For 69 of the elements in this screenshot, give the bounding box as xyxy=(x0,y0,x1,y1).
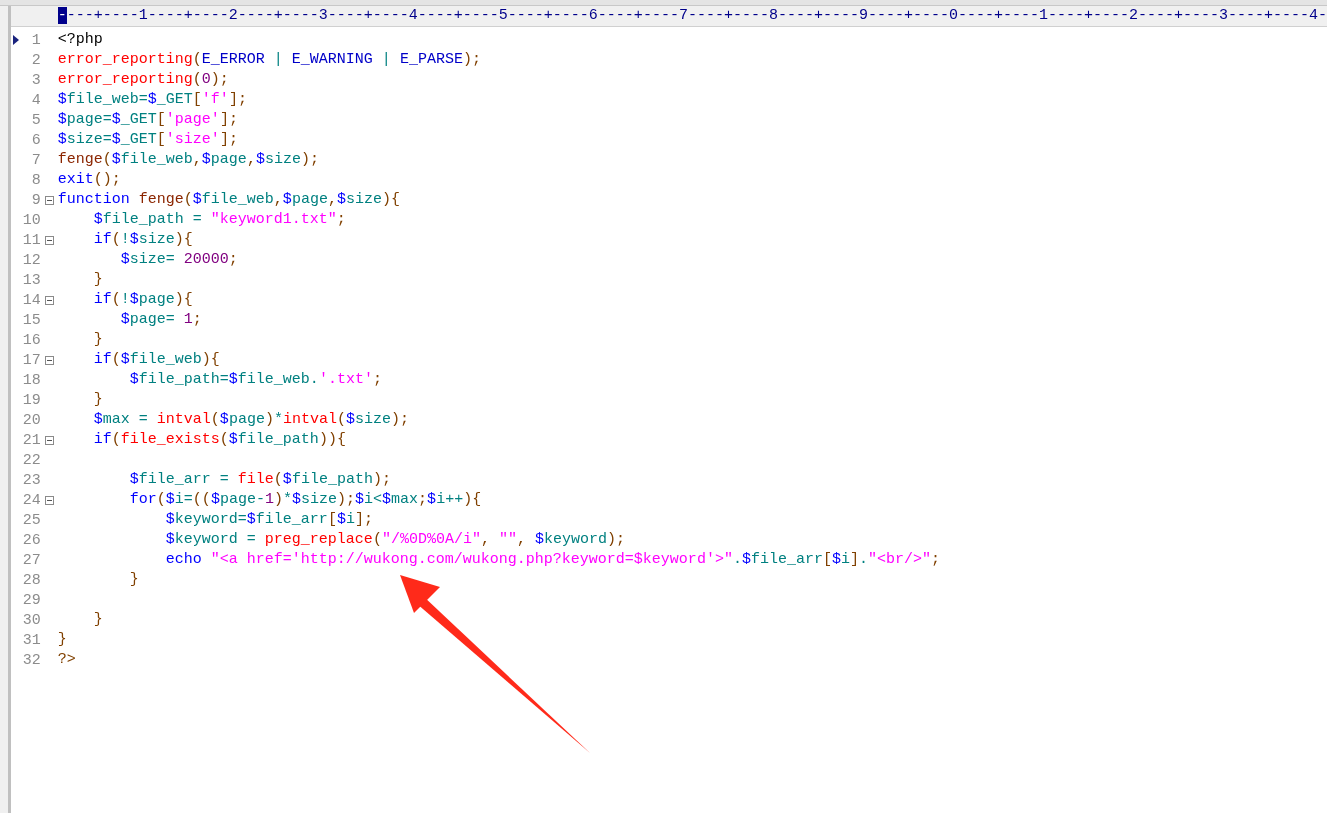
line-number: 6 xyxy=(30,131,41,149)
line-number: 19 xyxy=(21,391,41,409)
code-line: fenge($file_web,$page,$size); xyxy=(57,150,319,170)
line-number: 9 xyxy=(30,191,41,209)
line-number: 30 xyxy=(21,611,41,629)
line-number: 1 xyxy=(30,31,41,49)
line-number: 7 xyxy=(30,151,41,169)
fold-toggle-icon[interactable] xyxy=(44,195,54,205)
code-line: } xyxy=(92,270,103,290)
code-line: $size= 20000; xyxy=(119,250,238,270)
code-line: function fenge($file_web,$page,$size){ xyxy=(57,190,400,210)
code-line: if($file_web){ xyxy=(92,350,220,370)
line-number: 27 xyxy=(21,551,41,569)
code-line: $keyword = preg_replace("/%0D%0A/i", "", $keyword); xyxy=(164,530,625,550)
code-line: $file_arr = file($file_path); xyxy=(128,470,391,490)
code-line: ?> xyxy=(57,650,76,670)
code-line: $page=$_GET['page']; xyxy=(57,110,238,130)
code-line: error_reporting(E_ERROR | E_WARNING | E_PARSE); xyxy=(57,50,481,70)
fold-toggle-icon[interactable] xyxy=(44,435,54,445)
column-ruler: ----+----1----+----2----+----3----+----4----+----5----+----6----+----7----+----8----+----9----+----0----+----1----+----2----+----3----+----4- xyxy=(10,6,1327,27)
fold-toggle-icon[interactable] xyxy=(44,295,54,305)
line-number: 5 xyxy=(30,111,41,129)
line-number: 28 xyxy=(21,571,41,589)
code-line: if(file_exists($file_path)){ xyxy=(92,430,346,450)
code-line: $file_web=$_GET['f']; xyxy=(57,90,247,110)
line-number: 29 xyxy=(21,591,41,609)
code-line: $max = intval($page)*intval($size); xyxy=(92,410,409,430)
line-number: 22 xyxy=(21,451,41,469)
line-number: 23 xyxy=(21,471,41,489)
line-number: 15 xyxy=(21,311,41,329)
line-number: 21 xyxy=(21,431,41,449)
line-number: 24 xyxy=(21,491,41,509)
line-number: 17 xyxy=(21,351,41,369)
code-line: $file_path=$file_web.'.txt'; xyxy=(128,370,382,390)
code-line: <?php xyxy=(57,30,103,50)
code-line: $page= 1; xyxy=(119,310,202,330)
line-number: 10 xyxy=(21,211,41,229)
code-line: echo "<a href='http://wukong.com/wukong.php?keyword=$keyword'>".$file_arr[$i]."<br/>"; xyxy=(164,550,941,570)
line-number: 31 xyxy=(21,631,41,649)
code-line: $size=$_GET['size']; xyxy=(57,130,238,150)
code-line: } xyxy=(92,330,103,350)
code-line: } xyxy=(92,390,103,410)
code-line: if(!$size){ xyxy=(92,230,193,250)
line-number: 16 xyxy=(21,331,41,349)
code-line: $keyword=$file_arr[$i]; xyxy=(164,510,373,530)
line-number: 2 xyxy=(30,51,41,69)
line-number: 12 xyxy=(21,251,41,269)
line-number: 13 xyxy=(21,271,41,289)
code-line: } xyxy=(128,570,139,590)
fold-toggle-icon[interactable] xyxy=(44,495,54,505)
line-number: 11 xyxy=(21,231,41,249)
code-line: exit(); xyxy=(57,170,121,190)
code-line: } xyxy=(92,610,103,630)
code-line: $file_path = "keyword1.txt"; xyxy=(92,210,346,230)
line-number: 4 xyxy=(30,91,41,109)
line-number: 3 xyxy=(30,71,41,89)
fold-toggle-icon[interactable] xyxy=(44,355,54,365)
line-number: 32 xyxy=(21,651,41,669)
code-line: } xyxy=(57,630,67,650)
line-number: 25 xyxy=(21,511,41,529)
code-line: if(!$page){ xyxy=(92,290,193,310)
line-number: 8 xyxy=(30,171,41,189)
line-number: 18 xyxy=(21,371,41,389)
code-line: for($i=(($page-1)*$size);$i<$max;$i++){ xyxy=(128,490,482,510)
code-line: error_reporting(0); xyxy=(57,70,229,90)
line-number: 20 xyxy=(21,411,41,429)
fold-toggle-icon[interactable] xyxy=(44,235,54,245)
line-number: 14 xyxy=(21,291,41,309)
line-number: 26 xyxy=(21,531,41,549)
